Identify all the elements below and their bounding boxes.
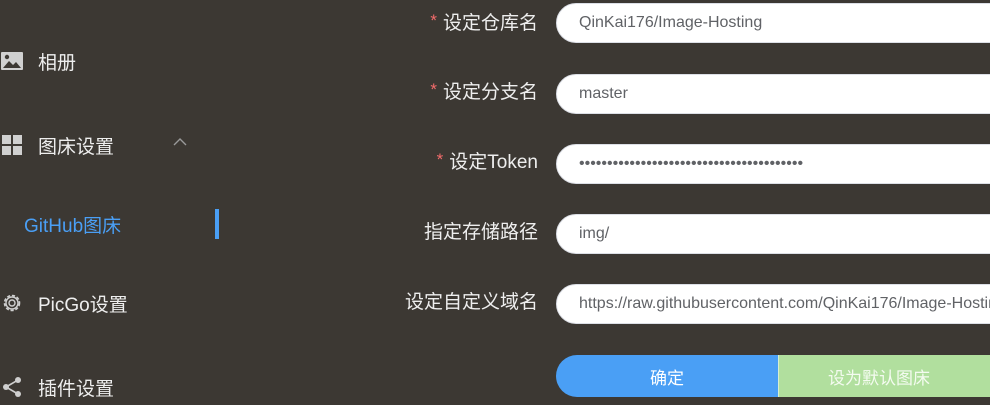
required-mark: * [430, 11, 437, 30]
sidebar-subitem-label: GitHub图床 [24, 215, 122, 237]
branch-input[interactable] [556, 74, 990, 114]
path-input[interactable] [556, 214, 990, 254]
sidebar-subitem-github[interactable]: GitHub图床 [24, 204, 121, 244]
share-icon [0, 375, 24, 399]
sidebar-item-label: 插件设置 [38, 378, 115, 400]
confirm-button[interactable]: 确定 [556, 355, 778, 397]
custom-url-label: 设定自定义域名 [404, 291, 538, 313]
sidebar-item-label: PicGo设置 [38, 294, 128, 316]
repo-input[interactable] [556, 3, 990, 43]
custom-url-input[interactable] [556, 284, 990, 324]
sidebar-item-label: 相册 [38, 52, 77, 74]
token-input[interactable] [556, 144, 990, 184]
form-row-repo: * 设定仓库名 [300, 3, 990, 45]
form-row-token: * 设定Token [300, 144, 990, 186]
required-mark: * [430, 80, 437, 99]
repo-label: * 设定仓库名 [430, 11, 538, 34]
required-mark: * [436, 150, 444, 169]
chevron-up-icon[interactable] [172, 134, 188, 150]
form-row-branch: * 设定分支名 [300, 74, 990, 116]
sidebar-item-plugin-settings[interactable]: 插件设置 [0, 367, 114, 405]
image-icon [0, 49, 24, 73]
form-row-path: 指定存储路径 [300, 214, 990, 256]
sidebar-item-gallery[interactable]: 相册 [0, 41, 76, 81]
sidebar-item-label: 图床设置 [38, 136, 115, 158]
sidebar: 相册 图床设置 GitHub图床 PicGo设置 插件设置 [0, 0, 240, 405]
token-label: * 设定Token [436, 150, 538, 173]
form-row-custom-url: 设定自定义域名 [300, 284, 990, 326]
set-default-button[interactable]: 设为默认图床 [778, 355, 990, 397]
branch-label: * 设定分支名 [430, 80, 538, 103]
grid-icon [0, 133, 24, 157]
settings-window: 相册 图床设置 GitHub图床 PicGo设置 插件设置 * 设定仓库名 Qi… [0, 0, 990, 405]
path-label: 指定存储路径 [423, 221, 538, 243]
gear-icon [0, 291, 24, 315]
active-indicator [215, 209, 219, 239]
sidebar-item-picbed-settings[interactable]: 图床设置 [0, 125, 114, 165]
sidebar-item-picgo-settings[interactable]: PicGo设置 [0, 283, 128, 323]
